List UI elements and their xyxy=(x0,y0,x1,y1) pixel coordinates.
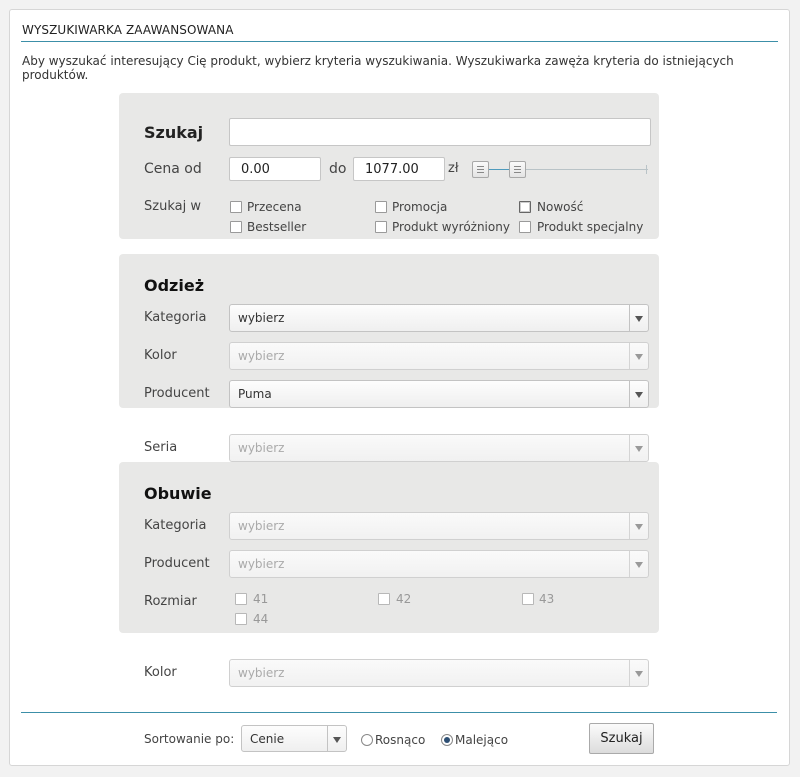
price-to-input[interactable] xyxy=(353,157,445,181)
checkbox-produkt-wyrozniony[interactable] xyxy=(375,221,387,233)
search-in-label: Szukaj w xyxy=(144,199,201,214)
chevron-down-icon xyxy=(327,726,346,751)
sort-asc-label: Rosnąco xyxy=(375,733,426,747)
obuwie-kategoria-label: Kategoria xyxy=(144,518,207,533)
checkbox-size-41[interactable] xyxy=(235,593,247,605)
intro-text: Aby wyszukać interesujący Cię produkt, w… xyxy=(22,54,734,82)
size-41-label: 41 xyxy=(253,592,269,606)
currency-label: zł xyxy=(448,161,459,176)
sort-select[interactable]: Cenie xyxy=(241,725,347,752)
title-divider xyxy=(21,41,778,42)
obuwie-producent-select[interactable]: wybierz xyxy=(229,550,649,578)
odziez-producent-select[interactable]: Puma xyxy=(229,380,649,408)
obuwie-kategoria-select[interactable]: wybierz xyxy=(229,512,649,540)
seria-value: wybierz xyxy=(238,441,285,455)
odziez-title: Odzież xyxy=(144,276,205,295)
seria-label: Seria xyxy=(144,440,178,455)
checkbox-size-44[interactable] xyxy=(235,613,247,625)
kolor-select[interactable]: wybierz xyxy=(229,659,649,687)
price-to-label: do xyxy=(329,161,347,177)
checkbox-produkt-specjalny[interactable] xyxy=(519,221,531,233)
checkbox-przecena[interactable] xyxy=(230,201,242,213)
checkbox-produkt-wyrozniony-label: Produkt wyróżniony xyxy=(392,220,510,234)
odziez-producent-value: Puma xyxy=(238,387,272,401)
checkbox-nowosc-label: Nowość xyxy=(537,200,584,214)
obuwie-producent-value: wybierz xyxy=(238,557,285,571)
odziez-producent-label: Producent xyxy=(144,386,210,401)
checkbox-size-43[interactable] xyxy=(522,593,534,605)
chevron-down-icon xyxy=(629,551,648,577)
sort-desc-radio[interactable] xyxy=(441,734,453,746)
odziez-kategoria-label: Kategoria xyxy=(144,310,207,325)
odziez-kategoria-select[interactable]: wybierz xyxy=(229,304,649,332)
sort-desc-label: Malejąco xyxy=(455,733,509,747)
obuwie-title: Obuwie xyxy=(144,484,212,503)
odziez-kolor-select[interactable]: wybierz xyxy=(229,342,649,370)
sort-asc-radio[interactable] xyxy=(361,734,373,746)
price-from-label: Cena od xyxy=(144,161,202,177)
checkbox-przecena-label: Przecena xyxy=(247,200,302,214)
price-from-input[interactable] xyxy=(229,157,321,181)
chevron-down-icon xyxy=(629,343,648,369)
chevron-down-icon xyxy=(629,305,648,331)
grip-icon xyxy=(514,166,521,167)
checkbox-promocja[interactable] xyxy=(375,201,387,213)
chevron-down-icon xyxy=(629,513,648,539)
size-43-label: 43 xyxy=(539,592,555,606)
checkbox-promocja-label: Promocja xyxy=(392,200,448,214)
checkbox-bestseller-label: Bestseller xyxy=(247,220,307,234)
size-44-label: 44 xyxy=(253,612,269,626)
obuwie-kategoria-value: wybierz xyxy=(238,519,285,533)
kolor-value: wybierz xyxy=(238,666,285,680)
odziez-kategoria-value: wybierz xyxy=(238,311,285,325)
chevron-down-icon xyxy=(629,660,648,686)
page-title: WYSZUKIWARKA ZAAWANSOWANA xyxy=(22,23,234,37)
chevron-down-icon xyxy=(629,381,648,407)
seria-select[interactable]: wybierz xyxy=(229,434,649,462)
odziez-kolor-label: Kolor xyxy=(144,348,177,363)
grip-icon xyxy=(477,166,484,167)
checkbox-produkt-specjalny-label: Produkt specjalny xyxy=(537,220,644,234)
kolor-label: Kolor xyxy=(144,665,177,680)
price-slider-end xyxy=(646,165,647,174)
checkbox-nowosc[interactable] xyxy=(519,201,531,213)
rozmiar-label: Rozmiar xyxy=(144,594,197,609)
search-label: Szukaj xyxy=(144,123,204,142)
checkbox-size-42[interactable] xyxy=(378,593,390,605)
size-42-label: 42 xyxy=(396,592,412,606)
chevron-down-icon xyxy=(629,435,648,461)
search-submit-button[interactable]: Szukaj xyxy=(589,723,654,754)
obuwie-producent-label: Producent xyxy=(144,556,210,571)
checkbox-bestseller[interactable] xyxy=(230,221,242,233)
bottom-divider xyxy=(21,712,777,713)
search-input[interactable] xyxy=(229,118,651,146)
sort-label: Sortowanie po: xyxy=(144,732,235,746)
price-slider-max-handle[interactable] xyxy=(509,161,526,178)
sort-value: Cenie xyxy=(250,732,285,746)
price-slider-min-handle[interactable] xyxy=(472,161,489,178)
odziez-kolor-value: wybierz xyxy=(238,349,285,363)
